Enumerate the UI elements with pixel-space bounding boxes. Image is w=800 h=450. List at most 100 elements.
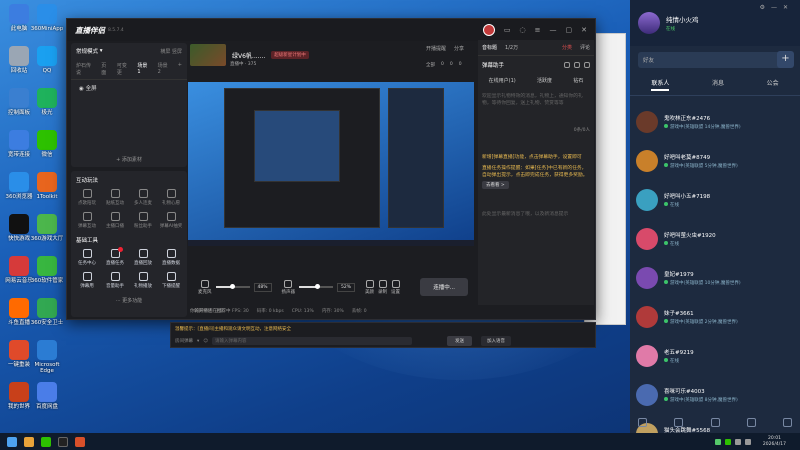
join-voice-button[interactable]: 加入语音 <box>481 336 511 346</box>
interact-item[interactable]: 粉丝助手 <box>129 212 157 229</box>
send-button[interactable]: 发送 <box>447 336 472 346</box>
message-icon[interactable]: ▭ <box>504 26 511 34</box>
tray-app-icon[interactable] <box>714 438 721 445</box>
add-scene-button[interactable]: + <box>178 62 182 76</box>
interact-item[interactable]: 多人连麦 <box>129 189 157 206</box>
profile-status[interactable]: 在线 <box>666 26 699 32</box>
friend-row[interactable]: 好吧叫萤火虫#1920 在线 <box>630 219 800 258</box>
share-button[interactable]: 分享 <box>454 45 464 52</box>
tools-item[interactable]: 直播回放 <box>129 249 157 266</box>
more-icon[interactable] <box>783 418 792 427</box>
scene-tab-active[interactable]: 场景 1 <box>137 62 151 76</box>
tools-item[interactable]: 下播提醒 <box>157 272 185 289</box>
add-friend-icon[interactable]: + <box>777 51 794 68</box>
tools-item[interactable]: 礼物播放 <box>129 272 157 289</box>
user-avatar[interactable] <box>482 24 495 36</box>
mail-icon[interactable] <box>674 418 684 427</box>
friend-row[interactable]: 妹子#3661 游戏中(英雄联盟 2分钟,魔兽世界) <box>630 297 800 336</box>
start-live-button[interactable]: 连播中... <box>420 278 468 296</box>
start-icon[interactable] <box>7 436 17 447</box>
group-icon[interactable] <box>638 418 647 427</box>
explorer-icon[interactable] <box>24 436 34 447</box>
tools-item[interactable]: 任务中心 <box>73 249 101 266</box>
live-companion-icon[interactable] <box>75 436 85 447</box>
mode-select[interactable]: 常规模式 <box>76 47 98 55</box>
friend-row[interactable]: 喜咪可乐#4003 游戏中(英雄联盟 8分钟,魔兽世界) <box>630 375 800 414</box>
desktop-icon[interactable]: QQ <box>29 46 65 74</box>
interact-item[interactable]: 主播口播 <box>101 212 129 229</box>
network-icon[interactable] <box>744 438 751 445</box>
microphone-icon[interactable] <box>200 279 209 288</box>
stream-title[interactable]: 绿V6帆....... <box>232 51 265 60</box>
add-source-button[interactable]: + 添加素材 <box>71 156 187 163</box>
tab-contacts[interactable]: 联系人 <box>651 78 670 91</box>
volume-icon[interactable] <box>734 438 741 445</box>
clock[interactable]: 20:01 2026/4/17 <box>763 436 786 448</box>
mic-slider[interactable] <box>215 284 250 289</box>
interact-item[interactable]: 贴纸互动 <box>101 189 129 206</box>
interact-item[interactable]: 弹幕AI抽奖 <box>157 212 185 229</box>
headset-icon[interactable]: ◌ <box>520 26 526 34</box>
window-controls[interactable]: ⚙—✕ <box>760 4 794 11</box>
game-icon[interactable] <box>710 418 720 427</box>
tab-category[interactable]: 分类 <box>562 44 572 51</box>
tab-activity[interactable]: 活跃度 <box>537 77 552 84</box>
desktop-icon[interactable]: 微信 <box>29 130 65 158</box>
desktop-icon[interactable]: 360安全卫士 <box>29 298 65 326</box>
speaker-slider[interactable] <box>299 284 334 289</box>
stream-thumbnail[interactable] <box>190 44 226 66</box>
friend-row[interactable]: 鬼吹林正东#2476 游戏中(英雄联盟 14分钟,魔兽世界) <box>630 102 800 141</box>
profile-avatar[interactable] <box>638 12 660 34</box>
tools-item[interactable]: 直播任务 <box>101 247 129 266</box>
minimize-icon[interactable]: — <box>550 26 557 34</box>
menu-icon[interactable]: ≡ <box>535 26 541 34</box>
live-reminder-button[interactable]: 开播提醒 <box>426 45 446 52</box>
settings-icon[interactable] <box>574 62 580 68</box>
interact-item[interactable]: 弹幕互动 <box>73 212 101 229</box>
settings-icon[interactable] <box>391 279 400 288</box>
wechat-tray-icon[interactable] <box>724 438 731 445</box>
stream-tag[interactable]: 超级新星计划中 <box>271 51 309 59</box>
tab-diamonds[interactable]: 钻石 <box>573 77 583 84</box>
kk-icon[interactable] <box>58 436 68 447</box>
popout-icon[interactable] <box>584 62 590 68</box>
wechat-icon[interactable] <box>41 436 51 447</box>
scene-tab[interactable]: 炉石传说 <box>76 62 95 76</box>
scene-tab[interactable]: 可变更 <box>117 62 131 76</box>
interact-item[interactable]: 礼物心愿 <box>157 189 185 206</box>
desktop-icon[interactable]: 360MiniApp <box>29 4 65 32</box>
more-functions-button[interactable]: ··· 更多功能 <box>71 291 187 310</box>
filter-icon[interactable] <box>564 62 570 68</box>
tools-item[interactable]: 音量助手 <box>101 272 129 289</box>
close-icon[interactable]: ✕ <box>581 26 587 34</box>
source-item[interactable]: ◉ 全屏 <box>71 80 187 96</box>
maximize-icon[interactable]: ▢ <box>566 26 573 34</box>
desktop-icon[interactable]: 360软件管家 <box>29 256 65 284</box>
desktop-icon[interactable]: 1Toolkit <box>29 172 65 200</box>
desktop-icon[interactable]: Microsoft Edge <box>29 340 65 374</box>
stat-all[interactable]: 全部 <box>426 62 435 68</box>
friend-row[interactable]: 好吧叫老莫#8749 游戏中(英雄联盟 5分钟,魔兽世界) <box>630 141 800 180</box>
settings-icon[interactable] <box>746 418 756 427</box>
danmu-select[interactable]: 房间弹幕 <box>175 338 193 344</box>
scene-tab[interactable]: 页面 <box>101 62 111 76</box>
friend-row[interactable]: 老五#9219 在线 <box>630 336 800 375</box>
interact-item[interactable]: 点歌陪玩 <box>73 189 101 206</box>
beauty-icon[interactable] <box>365 279 374 288</box>
desktop-icon[interactable]: 极光 <box>29 88 65 116</box>
tab-comment[interactable]: 评论 <box>580 44 590 51</box>
tab-title[interactable]: 音标题 <box>482 44 497 51</box>
tab-guild[interactable]: 公会 <box>767 78 779 91</box>
scene-tab[interactable]: 场景 2 <box>158 62 172 76</box>
speaker-icon[interactable] <box>284 279 293 288</box>
record-icon[interactable] <box>378 279 387 288</box>
desktop-icon[interactable]: 360游戏大厅 <box>29 214 65 242</box>
stream-preview[interactable] <box>188 82 474 246</box>
tab-messages[interactable]: 消息 <box>712 78 724 91</box>
chat-input[interactable]: 请输入弹幕内容 <box>211 337 412 345</box>
friend-row[interactable]: 皇妃#1979 游戏中(英雄联盟 10分钟,魔兽世界) <box>630 258 800 297</box>
orientation-toggle[interactable]: 横屏 竖屏 <box>160 48 182 55</box>
tools-item[interactable]: 弹幕用 <box>73 272 101 289</box>
friend-search-input[interactable]: 好友 + <box>638 51 794 68</box>
desktop-icon[interactable]: 百度网盘 <box>29 382 65 410</box>
